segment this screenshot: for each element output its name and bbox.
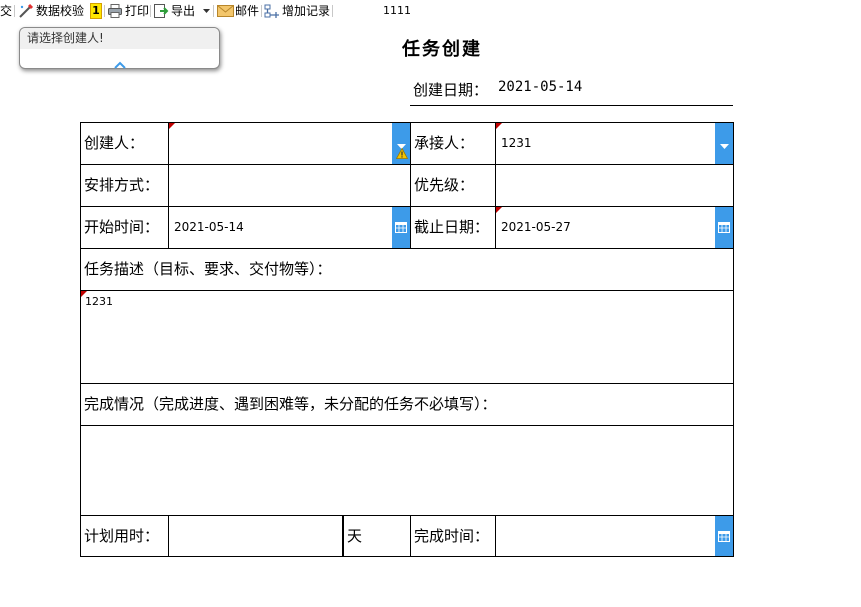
validate-count-badge: 1 (90, 3, 102, 19)
priority-label: 优先级： (411, 165, 496, 207)
description-textarea[interactable]: 1231 (81, 291, 734, 384)
dropdown-arrow-icon (719, 134, 729, 153)
date-underline (410, 105, 733, 106)
completion-value (81, 426, 733, 430)
form-title: 任务创建 (402, 39, 482, 60)
print-icon (107, 3, 123, 19)
assignee-value: 1231 (501, 136, 532, 150)
validation-tooltip: 请选择创建人! (19, 27, 220, 69)
toolbar: 提交 数据校验 1 打印 导出 邮件 增加记录 (0, 0, 861, 22)
planned-time-value (169, 528, 174, 542)
add-record-button[interactable]: 增加记录 (264, 1, 330, 21)
creator-select[interactable] (169, 123, 411, 165)
arrangement-input[interactable] (169, 165, 411, 207)
finish-time-label: 完成时间： (411, 516, 496, 557)
validate-icon (18, 3, 34, 19)
required-marker (169, 123, 175, 129)
start-time-calendar-button[interactable] (392, 207, 410, 248)
export-label: 导出 (171, 4, 196, 18)
deadline-calendar-button[interactable] (715, 207, 733, 248)
planned-time-label: 计划用时： (81, 516, 169, 557)
print-button[interactable]: 打印 (107, 1, 149, 21)
completion-label: 完成情况（完成进度、遇到困难等，未分配的任务不必填写）： (81, 384, 734, 426)
export-icon (153, 3, 169, 19)
description-value: 1231 (85, 295, 113, 308)
submit-label: 提交 (0, 4, 13, 18)
finish-time-input[interactable] (496, 516, 734, 557)
submit-button[interactable]: 提交 (0, 1, 12, 21)
task-form-table: 创建人： 承接人： 1231 安排方式： 优先级： 开始时间： 2021-05-… (80, 122, 734, 557)
required-marker (81, 291, 87, 297)
validate-button[interactable]: 数据校验 (18, 1, 84, 21)
assignee-select[interactable]: 1231 (496, 123, 734, 165)
deadline-label: 截止日期： (411, 207, 496, 249)
planned-time-input[interactable] (169, 516, 343, 557)
toolbar-extra-text: 1111 (383, 4, 411, 17)
deadline-input[interactable]: 2021-05-27 (496, 207, 734, 249)
tooltip-message: 请选择创建人! (20, 28, 219, 49)
export-button[interactable]: 导出 (153, 1, 211, 21)
toolbar-separator (332, 5, 333, 17)
assignee-dropdown-button[interactable] (715, 123, 733, 164)
create-date-label: 创建日期： (413, 81, 489, 99)
mail-icon (217, 4, 234, 18)
completion-textarea[interactable] (81, 426, 734, 516)
add-record-label: 增加记录 (282, 4, 331, 18)
creator-value (169, 136, 174, 150)
calendar-icon (718, 218, 730, 237)
assignee-label: 承接人： (411, 123, 496, 165)
toolbar-separator (104, 5, 105, 17)
validate-label: 数据校验 (36, 4, 85, 18)
toolbar-separator (150, 5, 151, 17)
finish-time-value (496, 528, 501, 542)
toolbar-separator (261, 5, 262, 17)
description-label: 任务描述（目标、要求、交付物等）： (81, 249, 734, 291)
start-time-value: 2021-05-14 (174, 220, 244, 234)
chevron-down-icon[interactable] (203, 8, 211, 14)
start-time-label: 开始时间： (81, 207, 169, 249)
start-time-input[interactable]: 2021-05-14 (169, 207, 411, 249)
arrangement-value (169, 178, 174, 192)
required-marker (496, 123, 502, 129)
arrangement-label: 安排方式： (81, 165, 169, 207)
toolbar-separator (14, 5, 15, 17)
toolbar-separator (213, 5, 214, 17)
priority-value (496, 178, 501, 192)
required-marker (496, 207, 502, 213)
warning-icon (395, 144, 409, 163)
calendar-icon (395, 218, 407, 237)
chevron-up-icon[interactable] (114, 54, 126, 73)
mail-label: 邮件 (235, 4, 260, 18)
finish-time-calendar-button[interactable] (715, 516, 733, 556)
planned-time-unit: 天 (343, 516, 411, 557)
deadline-value: 2021-05-27 (501, 220, 571, 234)
calendar-icon (718, 527, 730, 546)
create-date-value: 2021-05-14 (498, 79, 583, 95)
creator-label: 创建人： (81, 123, 169, 165)
mail-button[interactable]: 邮件 (217, 1, 259, 21)
print-label: 打印 (125, 4, 150, 18)
add-record-icon (264, 3, 280, 19)
priority-input[interactable] (496, 165, 734, 207)
